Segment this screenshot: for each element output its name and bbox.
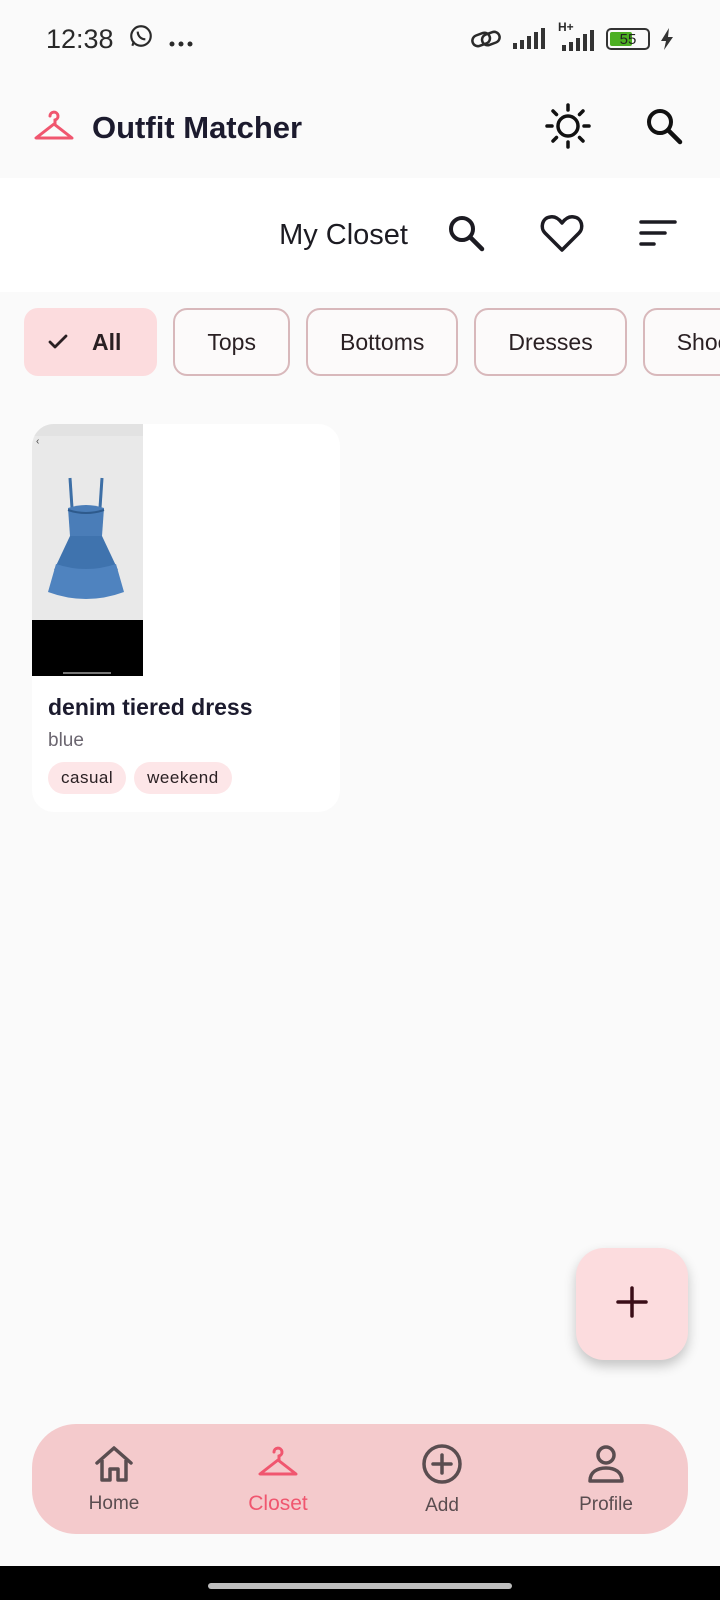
nav-item-closet[interactable]: Closet (196, 1424, 360, 1534)
sun-icon (545, 102, 591, 154)
search-icon (446, 213, 486, 258)
nav-label: Closet (248, 1491, 308, 1515)
nav-item-home[interactable]: Home (32, 1424, 196, 1534)
closet-search-button[interactable] (442, 211, 490, 259)
battery-icon: 55 (606, 28, 650, 50)
signal-icon (512, 28, 546, 50)
app-title: Outfit Matcher (92, 110, 303, 145)
check-icon (48, 334, 68, 349)
nav-label: Profile (579, 1493, 633, 1515)
filter-chip-label: Bottoms (339, 328, 425, 355)
filter-chip-bottoms[interactable]: Bottoms (305, 308, 459, 376)
signal-hplus-icon: H+ (556, 20, 596, 52)
filter-chip-tops[interactable]: Tops (173, 308, 290, 376)
theme-toggle-button[interactable] (544, 102, 592, 154)
sort-button[interactable] (634, 211, 682, 259)
item-image: ‹ (32, 424, 143, 676)
bottom-navigation: Home Closet Add Profile (32, 1424, 688, 1534)
nav-item-add[interactable]: Add (360, 1424, 524, 1534)
filter-chip-dresses[interactable]: Dresses (474, 308, 627, 376)
plus-icon (615, 1285, 649, 1324)
search-icon (644, 106, 684, 151)
app-search-button[interactable] (640, 104, 688, 152)
filter-chip-label: Tops (207, 328, 256, 355)
status-bar: 12:38 H+ 55 (0, 0, 720, 78)
item-tag: casual (48, 762, 127, 794)
item-tag: weekend (134, 762, 232, 794)
nav-item-profile[interactable]: Profile (524, 1424, 688, 1534)
whatsapp-icon (128, 23, 154, 56)
favorites-button[interactable] (538, 211, 586, 259)
filter-chip-shoes[interactable]: Shoes (642, 308, 720, 376)
filter-chip-all[interactable]: All (24, 308, 158, 376)
add-item-fab[interactable] (576, 1248, 688, 1360)
more-dots-icon (168, 24, 194, 55)
section-title: My Closet (279, 218, 408, 251)
nav-label: Home (88, 1492, 140, 1514)
add-circle-icon (420, 1442, 464, 1491)
link-icon (470, 27, 502, 51)
hanger-logo-icon (32, 104, 76, 153)
filter-chip-label: Shoes (676, 328, 720, 355)
charging-icon (660, 28, 674, 50)
item-color: blue (48, 730, 84, 751)
home-icon (92, 1444, 136, 1489)
heart-icon (540, 213, 584, 258)
network-type-label: H+ (558, 20, 574, 34)
system-navigation-bar (0, 1566, 720, 1600)
item-tags: casual weekend (48, 762, 232, 794)
category-filter-chips: All Tops Bottoms Dresses Shoes (24, 308, 720, 376)
dress-illustration (48, 477, 124, 599)
image-nav-bar (32, 620, 143, 676)
nav-label: Add (425, 1494, 459, 1516)
closet-item-card[interactable]: ‹ denim tiered dress blue casual weekend (32, 424, 340, 812)
battery-level: 55 (619, 30, 637, 48)
filter-chip-label: All (92, 328, 122, 355)
filter-chip-label: Dresses (508, 328, 593, 355)
profile-icon (584, 1443, 628, 1490)
sort-icon (638, 218, 678, 253)
closet-header: My Closet (0, 178, 720, 292)
app-bar: Outfit Matcher (0, 78, 720, 178)
item-name: denim tiered dress (48, 694, 253, 720)
status-time: 12:38 (46, 23, 114, 54)
home-gesture-handle[interactable] (208, 1583, 512, 1589)
hanger-icon (256, 1443, 300, 1488)
